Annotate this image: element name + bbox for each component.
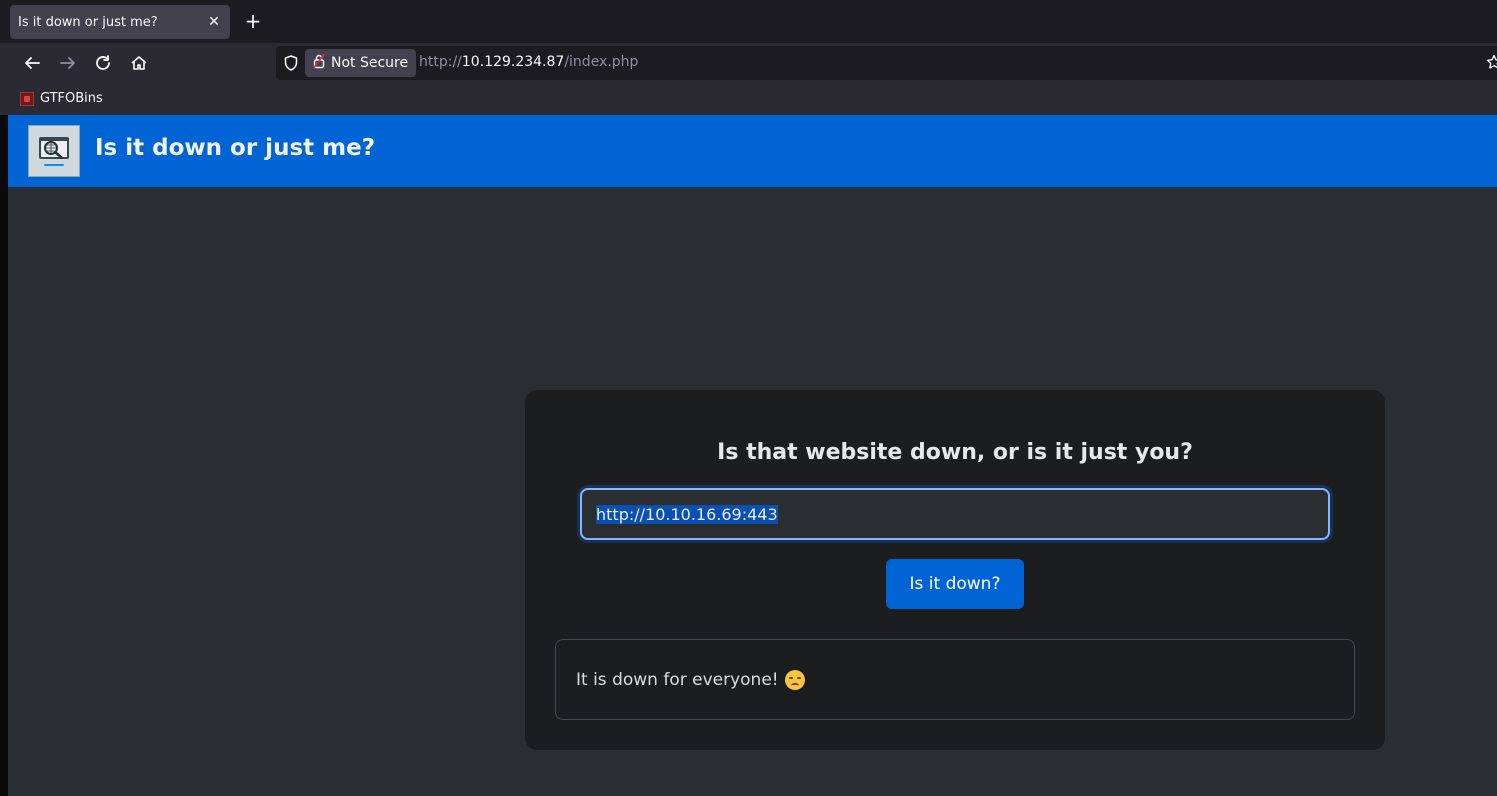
result-box: It is down for everyone! bbox=[555, 639, 1355, 720]
card-heading: Is that website down, or is it just you? bbox=[717, 440, 1193, 465]
pensive-face-icon bbox=[784, 669, 805, 690]
tracking-shield-icon[interactable] bbox=[284, 55, 298, 75]
bookmark-star-icon[interactable] bbox=[1486, 54, 1497, 74]
new-tab-button[interactable]: + bbox=[243, 10, 263, 32]
check-card: Is that website down, or is it just you?… bbox=[525, 390, 1385, 750]
result-text: It is down for everyone! bbox=[576, 669, 779, 690]
magnifier-monitor-icon bbox=[39, 137, 69, 166]
url-input-value: http://10.10.16.69:443 bbox=[596, 504, 778, 524]
bookmarks-toolbar: GTFOBins bbox=[0, 83, 1497, 115]
close-tab-icon[interactable]: ✕ bbox=[206, 14, 222, 30]
site-logo bbox=[28, 125, 80, 177]
browser-tab[interactable]: Is it down or just me? ✕ bbox=[10, 5, 230, 39]
forward-arrow-icon[interactable] bbox=[57, 52, 79, 74]
bookmark-label: GTFOBins bbox=[40, 91, 103, 106]
reload-icon[interactable] bbox=[92, 52, 114, 74]
url-prefix: http:// bbox=[419, 54, 462, 70]
insecure-lock-icon bbox=[312, 53, 326, 73]
tab-strip: Is it down or just me? ✕ + bbox=[0, 0, 1497, 43]
url-text[interactable]: http://10.129.234.87/index.php bbox=[419, 54, 638, 70]
url-path: /index.php bbox=[564, 54, 639, 70]
bookmark-gtfobins[interactable]: GTFOBins bbox=[20, 91, 103, 106]
back-arrow-icon[interactable] bbox=[21, 52, 43, 74]
url-host: 10.129.234.87 bbox=[461, 54, 565, 70]
not-secure-label: Not Secure bbox=[331, 55, 409, 71]
url-bar[interactable]: Not Secure http://10.129.234.87/index.ph… bbox=[276, 46, 1497, 80]
site-title: Is it down or just me? bbox=[95, 135, 376, 161]
is-it-down-button[interactable]: Is it down? bbox=[886, 559, 1024, 609]
navigation-bar: Not Secure http://10.129.234.87/index.ph… bbox=[0, 43, 1497, 83]
gtfobins-favicon-icon bbox=[20, 91, 34, 106]
site-security-button[interactable]: Not Secure bbox=[305, 49, 417, 77]
home-icon[interactable] bbox=[128, 52, 150, 74]
site-header: Is it down or just me? bbox=[8, 115, 1497, 187]
tab-title: Is it down or just me? bbox=[18, 14, 158, 30]
url-input[interactable]: http://10.10.16.69:443 bbox=[580, 488, 1330, 540]
web-page: Is it down or just me? Is that website d… bbox=[8, 115, 1497, 796]
